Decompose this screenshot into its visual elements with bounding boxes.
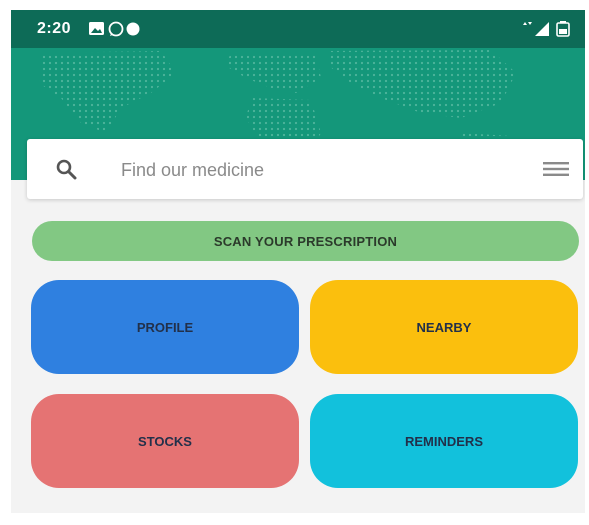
image-icon <box>89 22 104 35</box>
whatsapp-icon <box>108 21 124 37</box>
status-right-icons <box>521 21 573 42</box>
profile-button[interactable]: PROFILE <box>31 280 299 374</box>
search-icon[interactable] <box>55 158 77 180</box>
hamburger-menu-icon[interactable] <box>543 161 569 177</box>
nearby-button[interactable]: NEARBY <box>310 280 578 374</box>
signal-icon <box>535 22 549 36</box>
network-arrows-icon <box>523 22 532 25</box>
battery-icon <box>556 21 570 37</box>
dot-icon <box>126 22 140 36</box>
stocks-button[interactable]: STOCKS <box>31 394 299 488</box>
scan-prescription-button[interactable]: SCAN YOUR PRESCRIPTION <box>32 221 579 261</box>
app-screen: 2:20 Find our medicine SCAN YOUR PRESCRI… <box>11 10 585 513</box>
status-notification-icons <box>89 21 140 37</box>
search-bar <box>27 139 583 199</box>
status-system-icons <box>523 21 570 37</box>
status-time: 2:20 <box>37 20 72 37</box>
search-input[interactable] <box>119 151 503 189</box>
status-left-icons <box>89 21 151 42</box>
reminders-button[interactable]: REMINDERS <box>310 394 578 488</box>
status-bar: 2:20 <box>11 10 585 48</box>
